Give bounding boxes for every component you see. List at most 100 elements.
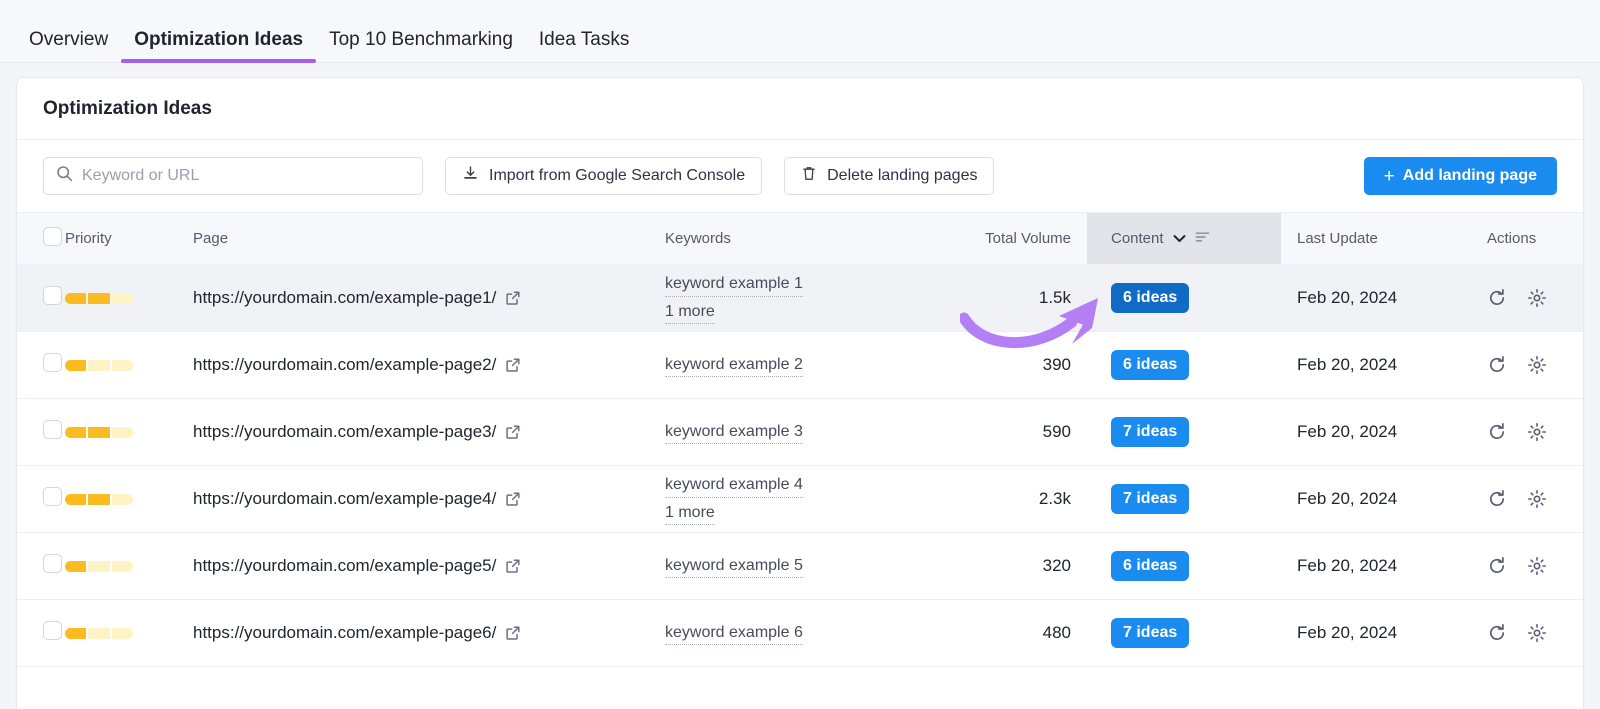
tab-bar: Overview Optimization Ideas Top 10 Bench…: [0, 0, 1600, 63]
keyword-link[interactable]: keyword example 1: [665, 272, 803, 297]
table-row[interactable]: https://yourdomain.com/example-page2/key…: [17, 331, 1583, 399]
refresh-icon[interactable]: [1487, 556, 1507, 576]
external-link-icon[interactable]: [505, 357, 521, 373]
last-update-cell: Feb 20, 2024: [1281, 398, 1477, 466]
chevron-down-icon[interactable]: [1173, 232, 1186, 246]
page-url: https://yourdomain.com/example-page3/: [193, 422, 497, 441]
total-volume-cell: 320: [937, 532, 1087, 600]
row-checkbox[interactable]: [43, 554, 62, 573]
priority-cell: [65, 398, 193, 466]
optimization-ideas-card: Optimization Ideas Import from Google Se…: [16, 77, 1584, 709]
table-row[interactable]: https://yourdomain.com/example-page4/key…: [17, 465, 1583, 533]
keyword-link[interactable]: 1 more: [665, 300, 715, 324]
row-select-cell: [17, 331, 65, 399]
keyword-link[interactable]: keyword example 4: [665, 473, 803, 498]
ideas-badge[interactable]: 7 ideas: [1111, 618, 1190, 648]
row-checkbox[interactable]: [43, 353, 62, 372]
keyword-link[interactable]: keyword example 2: [665, 353, 803, 378]
external-link-icon[interactable]: [505, 491, 521, 507]
priority-bar: [65, 493, 133, 505]
keywords-cell: keyword example 2: [665, 331, 937, 399]
page-cell: https://yourdomain.com/example-page3/: [193, 398, 665, 466]
keywords-cell: keyword example 1 1 more: [665, 264, 937, 332]
table-row[interactable]: https://yourdomain.com/example-page3/key…: [17, 398, 1583, 466]
tab-optimization-ideas[interactable]: Optimization Ideas: [121, 30, 317, 63]
tab-idea-tasks[interactable]: Idea Tasks: [526, 30, 642, 62]
gear-icon[interactable]: [1527, 623, 1547, 643]
priority-cell: [65, 465, 193, 533]
content-cell: 7 ideas: [1087, 465, 1281, 533]
column-header-page[interactable]: Page: [193, 212, 665, 265]
column-header-content[interactable]: Content: [1087, 212, 1281, 265]
ideas-badge[interactable]: 6 ideas: [1111, 350, 1190, 380]
external-link-icon[interactable]: [505, 424, 521, 440]
page-title: Optimization Ideas: [17, 78, 1583, 140]
refresh-icon[interactable]: [1487, 623, 1507, 643]
keyword-link[interactable]: keyword example 5: [665, 554, 803, 579]
page-cell: https://yourdomain.com/example-page2/: [193, 331, 665, 399]
table-row[interactable]: https://yourdomain.com/example-page5/key…: [17, 532, 1583, 600]
search-field[interactable]: [82, 167, 410, 185]
row-checkbox[interactable]: [43, 286, 62, 305]
keywords-cell: keyword example 5: [665, 532, 937, 600]
table-row[interactable]: https://yourdomain.com/example-page6/key…: [17, 599, 1583, 667]
row-select-cell: [17, 264, 65, 332]
last-update-cell: Feb 20, 2024: [1281, 331, 1477, 399]
ideas-badge[interactable]: 6 ideas: [1111, 283, 1190, 313]
tab-overview[interactable]: Overview: [16, 30, 121, 62]
gear-icon[interactable]: [1527, 422, 1547, 442]
column-header-total-volume[interactable]: Total Volume: [937, 212, 1087, 265]
total-volume-cell: 2.3k: [937, 465, 1087, 533]
refresh-icon[interactable]: [1487, 489, 1507, 509]
priority-bar: [65, 292, 133, 304]
import-from-google-search-console-button[interactable]: Import from Google Search Console: [445, 157, 763, 195]
table-header: Priority Page Keywords Total Volume Cont…: [17, 212, 1583, 265]
row-checkbox[interactable]: [43, 621, 62, 640]
page-cell: https://yourdomain.com/example-page5/: [193, 532, 665, 600]
keywords-cell: keyword example 4 1 more: [665, 465, 937, 533]
gear-icon[interactable]: [1527, 489, 1547, 509]
refresh-icon[interactable]: [1487, 355, 1507, 375]
actions-cell: [1477, 264, 1583, 332]
column-header-actions: Actions: [1477, 212, 1583, 265]
keyword-link[interactable]: 1 more: [665, 501, 715, 525]
select-all-checkbox[interactable]: [43, 227, 62, 246]
refresh-icon[interactable]: [1487, 422, 1507, 442]
keyword-link[interactable]: keyword example 3: [665, 420, 803, 445]
row-checkbox[interactable]: [43, 487, 62, 506]
row-checkbox[interactable]: [43, 420, 62, 439]
gear-icon[interactable]: [1527, 288, 1547, 308]
page-url: https://yourdomain.com/example-page2/: [193, 355, 497, 374]
gear-icon[interactable]: [1527, 556, 1547, 576]
add-landing-page-button[interactable]: + Add landing page: [1363, 157, 1557, 195]
external-link-icon[interactable]: [505, 558, 521, 574]
priority-bar: [65, 560, 133, 572]
ideas-badge[interactable]: 6 ideas: [1111, 551, 1190, 581]
select-all-header: [17, 212, 65, 265]
ideas-badge[interactable]: 7 ideas: [1111, 484, 1190, 514]
content-cell: 7 ideas: [1087, 398, 1281, 466]
row-select-cell: [17, 465, 65, 533]
table-row[interactable]: https://yourdomain.com/example-page1/key…: [17, 264, 1583, 332]
search-icon: [56, 165, 73, 187]
last-update-cell: Feb 20, 2024: [1281, 532, 1477, 600]
keyword-link[interactable]: keyword example 6: [665, 621, 803, 646]
ideas-badge[interactable]: 7 ideas: [1111, 417, 1190, 447]
search-input[interactable]: [43, 157, 423, 195]
gear-icon[interactable]: [1527, 355, 1547, 375]
column-header-keywords[interactable]: Keywords: [665, 212, 937, 265]
column-header-priority[interactable]: Priority: [65, 212, 193, 265]
priority-bar: [65, 426, 133, 438]
actions-cell: [1477, 331, 1583, 399]
external-link-icon[interactable]: [505, 625, 521, 641]
external-link-icon[interactable]: [505, 290, 521, 306]
delete-landing-pages-button[interactable]: Delete landing pages: [784, 157, 995, 195]
content-cell: 6 ideas: [1087, 331, 1281, 399]
tab-top-10-benchmarking[interactable]: Top 10 Benchmarking: [316, 30, 526, 62]
optimization-ideas-table: Priority Page Keywords Total Volume Cont…: [17, 212, 1583, 667]
delete-button-label: Delete landing pages: [827, 167, 978, 184]
priority-bar: [65, 359, 133, 371]
refresh-icon[interactable]: [1487, 288, 1507, 308]
column-header-last-update[interactable]: Last Update: [1281, 212, 1477, 265]
sort-icon[interactable]: [1195, 230, 1210, 247]
